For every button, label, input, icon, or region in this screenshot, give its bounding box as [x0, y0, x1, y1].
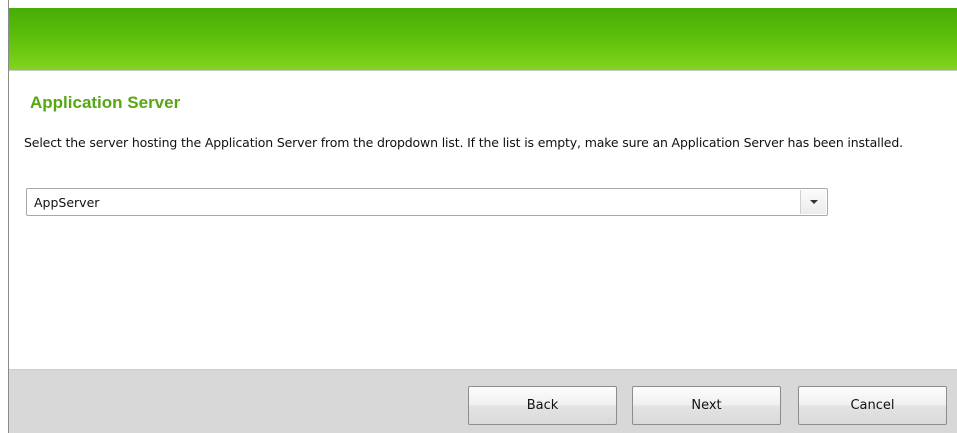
- top-rule: [9, 0, 957, 8]
- back-button[interactable]: Back: [468, 386, 617, 425]
- dropdown-button[interactable]: [800, 190, 826, 214]
- cancel-button[interactable]: Cancel: [798, 386, 947, 425]
- chevron-down-icon: [810, 200, 818, 204]
- header-banner: [9, 8, 957, 70]
- installer-window: Application Server Select the server hos…: [8, 0, 957, 433]
- selected-server-value: AppServer: [34, 195, 100, 210]
- instructions-text: Select the server hosting the Applicatio…: [24, 135, 903, 150]
- wizard-footer: Back Next Cancel: [9, 369, 957, 433]
- application-server-select[interactable]: AppServer: [26, 188, 828, 216]
- next-button[interactable]: Next: [632, 386, 781, 425]
- page-title: Application Server: [30, 93, 181, 112]
- banner-divider: [9, 70, 957, 71]
